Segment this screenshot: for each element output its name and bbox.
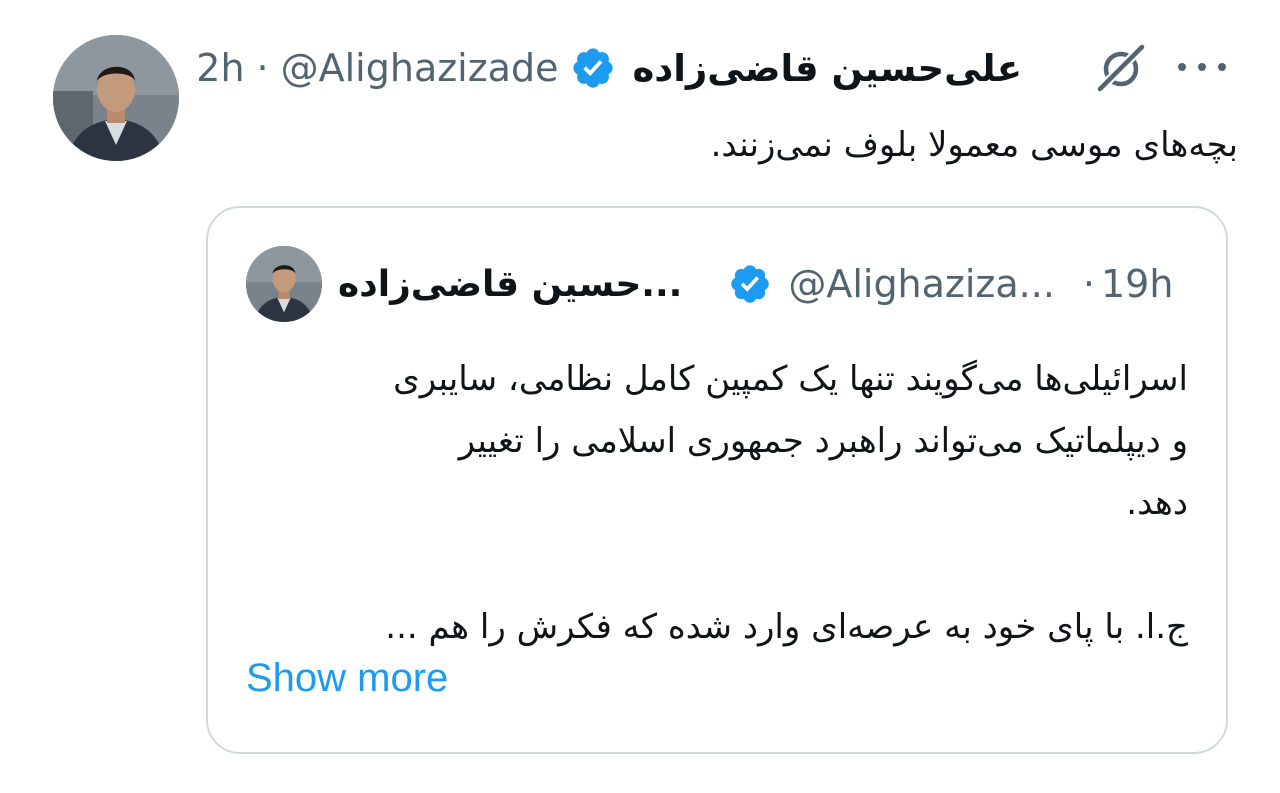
- author-handle[interactable]: @Alighazizade: [281, 46, 559, 90]
- more-dot: [1198, 63, 1206, 71]
- quoted-author-avatar[interactable]: [246, 246, 322, 322]
- author-name[interactable]: علی‌حسین قاضی‌زاده: [632, 47, 1022, 90]
- quoted-text-line: اسرائیلی‌ها می‌گویند تنها یک کمپین کامل …: [393, 359, 1188, 399]
- tweet-timestamp[interactable]: 2h: [196, 46, 244, 90]
- quoted-tweet[interactable]: ...حسین قاضی‌زاده @Alighaziza... · 19h ا…: [206, 206, 1228, 754]
- show-more-link[interactable]: Show more: [246, 656, 448, 701]
- more-options-icon[interactable]: [1178, 50, 1226, 84]
- verified-badge-icon: [731, 265, 770, 303]
- quoted-author-name[interactable]: ...حسین قاضی‌زاده: [338, 264, 682, 305]
- quoted-timestamp[interactable]: 19h: [1101, 262, 1173, 306]
- quoted-text-line: ج.ا. با پای خود به عرصه‌ای وارد شده که ف…: [385, 607, 1188, 647]
- separator-dot: ·: [1082, 262, 1095, 306]
- grok-icon[interactable]: [1094, 44, 1148, 92]
- tweet-text: بچه‌های موسی معمولا بلوف نمی‌زنند.: [710, 125, 1238, 165]
- quoted-author-line: ...حسین قاضی‌زاده @Alighaziza... · 19h: [338, 256, 1173, 312]
- author-line: علی‌حسین قاضی‌زاده @Alighazizade · 2h: [196, 40, 1022, 96]
- quoted-author-handle[interactable]: @Alighaziza...: [788, 262, 1055, 306]
- author-avatar[interactable]: [53, 35, 179, 161]
- quoted-text-line: دهد.: [1126, 483, 1188, 523]
- quoted-tweet-text: اسرائیلی‌ها می‌گویند تنها یک کمپین کامل …: [268, 348, 1188, 658]
- more-dot: [1218, 63, 1226, 71]
- more-dot: [1178, 63, 1186, 71]
- quoted-text-line: و دیپلماتیک می‌تواند راهبرد جمهوری اسلام…: [458, 421, 1188, 461]
- verified-badge-icon: [573, 48, 614, 88]
- separator-dot: ·: [256, 46, 269, 90]
- tweet-header: علی‌حسین قاضی‌زاده @Alighazizade · 2h: [196, 40, 1240, 96]
